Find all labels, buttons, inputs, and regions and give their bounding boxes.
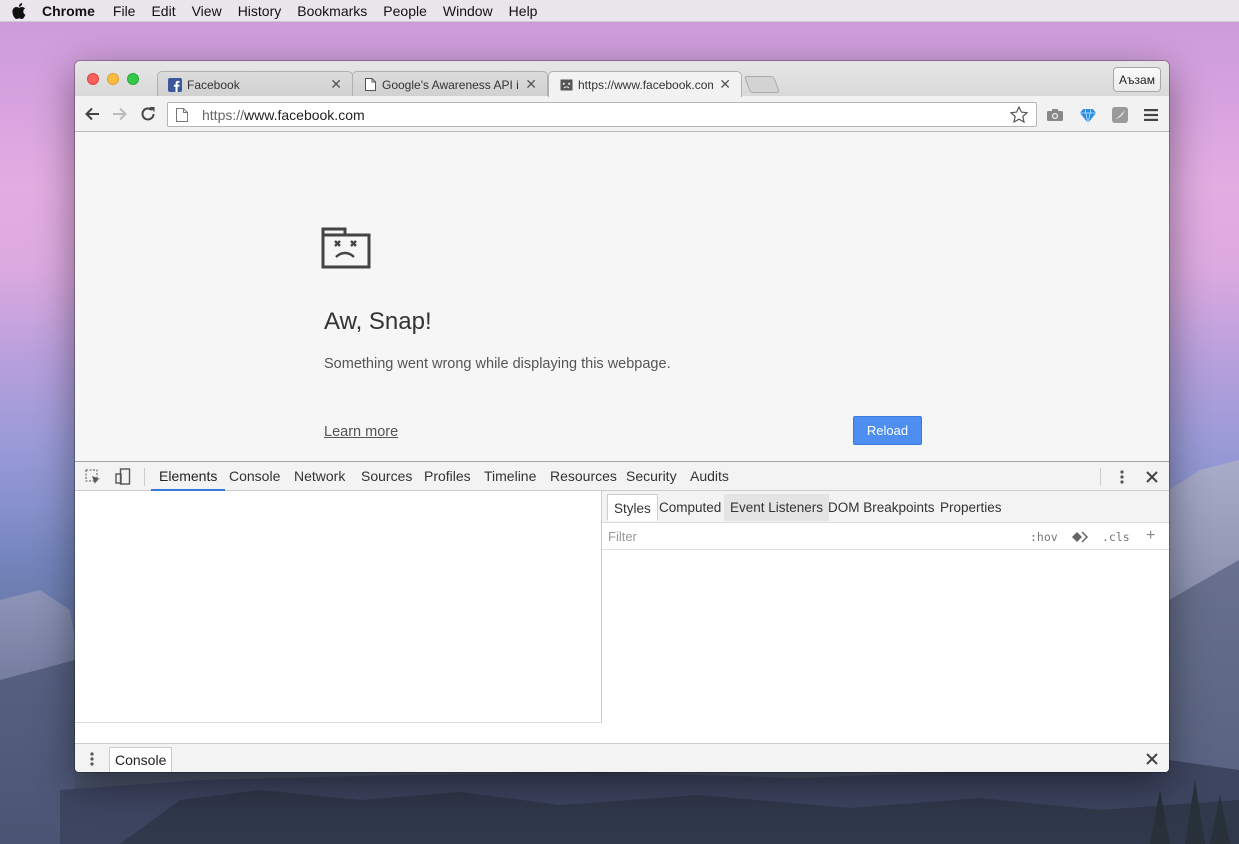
page-content: Aw, Snap! Something went wrong while dis… (75, 132, 1169, 462)
devtools-tab-security[interactable]: Security (626, 462, 677, 491)
sidebar-tab-styles[interactable]: Styles (607, 494, 658, 521)
sidebar-tab-dom-breakpoints[interactable]: DOM Breakpoints (822, 494, 941, 521)
diamond-extension-icon[interactable] (1078, 105, 1098, 125)
tab-close-icon[interactable]: ✕ (330, 76, 342, 93)
devtools-tab-resources[interactable]: Resources (550, 462, 617, 491)
breadcrumb (75, 722, 602, 743)
reload-icon[interactable] (138, 104, 158, 124)
styles-sidebar: Styles Computed Event Listeners DOM Brea… (602, 491, 1169, 743)
page-info-icon[interactable] (176, 107, 188, 122)
menu-edit[interactable]: Edit (143, 0, 183, 22)
add-rule-icon[interactable]: + (1146, 527, 1155, 545)
back-arrow-icon[interactable] (82, 104, 102, 124)
kebab-menu-icon[interactable] (1113, 468, 1131, 486)
devtools-tab-timeline[interactable]: Timeline (484, 462, 536, 491)
error-message: Something went wrong while displaying th… (324, 356, 671, 372)
drawer-menu-icon[interactable] (90, 752, 94, 769)
error-title: Aw, Snap! (324, 308, 432, 335)
hamburger-menu-icon[interactable] (1141, 105, 1161, 125)
minimize-window-button[interactable] (107, 73, 119, 85)
device-mode-icon[interactable] (114, 468, 132, 486)
menu-window[interactable]: Window (435, 0, 501, 22)
profile-button[interactable]: Аъзам (1113, 67, 1161, 92)
url-text: https://www.facebook.com (202, 106, 365, 123)
cls-toggle[interactable]: .cls (1102, 530, 1130, 544)
macos-menubar: Chrome File Edit View History Bookmarks … (0, 0, 1239, 22)
address-bar[interactable]: https://www.facebook.com (167, 102, 1037, 127)
tab-awareness-api[interactable]: Google's Awareness API in ✕ (352, 71, 548, 97)
tab-close-icon[interactable]: ✕ (525, 76, 537, 93)
menu-view[interactable]: View (184, 0, 230, 22)
bookmark-star-icon[interactable] (1009, 105, 1029, 126)
menu-people[interactable]: People (375, 0, 435, 22)
tab-label: Facebook (187, 77, 240, 92)
sidebar-tab-event-listeners[interactable]: Event Listeners (724, 494, 830, 521)
close-drawer-icon[interactable] (1146, 753, 1158, 768)
forward-arrow-icon[interactable] (110, 104, 130, 124)
apple-icon[interactable] (0, 2, 38, 19)
sidebar-tab-computed[interactable]: Computed (653, 494, 727, 521)
devtools-drawer: Console (75, 743, 1169, 772)
page-icon (363, 78, 377, 92)
menu-history[interactable]: History (230, 0, 290, 22)
devtools-tab-console[interactable]: Console (229, 462, 280, 491)
tab-strip: Facebook ✕ Google's Awareness API in ✕ h… (75, 61, 1169, 97)
hov-toggle[interactable]: :hov (1030, 530, 1058, 544)
styles-filter-bar: Filter :hov .cls + (602, 523, 1169, 550)
drawer-tab-console[interactable]: Console (109, 747, 173, 772)
close-devtools-icon[interactable] (1143, 468, 1161, 486)
styles-filter-input[interactable]: Filter (608, 529, 637, 544)
menu-file[interactable]: File (105, 0, 144, 22)
element-state-icon[interactable] (1071, 531, 1089, 546)
devtools-tab-elements[interactable]: Elements (151, 462, 226, 491)
tab-facebook-crashed[interactable]: https://www.facebook.com ✕ (548, 71, 742, 97)
elements-tree-panel[interactable] (75, 491, 602, 743)
devtools-tab-network[interactable]: Network (294, 462, 345, 491)
sad-tab-icon (559, 78, 573, 92)
close-window-button[interactable] (87, 73, 99, 85)
tab-close-icon[interactable]: ✕ (719, 76, 731, 93)
reload-button[interactable]: Reload (853, 416, 922, 445)
sidebar-tab-properties[interactable]: Properties (934, 494, 1008, 521)
sad-folder-icon (321, 227, 371, 269)
tab-facebook[interactable]: Facebook ✕ (157, 71, 353, 97)
devtools-tab-audits[interactable]: Audits (690, 462, 729, 491)
shield-extension-icon[interactable] (1110, 105, 1130, 125)
camera-icon[interactable] (1045, 105, 1065, 125)
menu-help[interactable]: Help (501, 0, 546, 22)
facebook-icon (168, 77, 182, 92)
learn-more-link[interactable]: Learn more (324, 424, 398, 440)
inspect-element-icon[interactable] (84, 468, 102, 486)
zoom-window-button[interactable] (127, 73, 139, 85)
sidebar-tabs: Styles Computed Event Listeners DOM Brea… (602, 491, 1169, 523)
devtools-tab-sources[interactable]: Sources (361, 462, 412, 491)
tab-label: Google's Awareness API in (382, 77, 520, 92)
devtools-tab-profiles[interactable]: Profiles (424, 462, 471, 491)
menu-app-name[interactable]: Chrome (38, 0, 105, 22)
new-tab-button[interactable] (743, 76, 781, 93)
devtools-panel: Elements Console Network Sources Profile… (75, 461, 1169, 772)
tab-label: https://www.facebook.com (578, 77, 714, 92)
browser-window: Facebook ✕ Google's Awareness API in ✕ h… (75, 61, 1169, 772)
menu-bookmarks[interactable]: Bookmarks (289, 0, 375, 22)
browser-toolbar: https://www.facebook.com (75, 96, 1169, 132)
devtools-tabbar: Elements Console Network Sources Profile… (75, 462, 1169, 491)
